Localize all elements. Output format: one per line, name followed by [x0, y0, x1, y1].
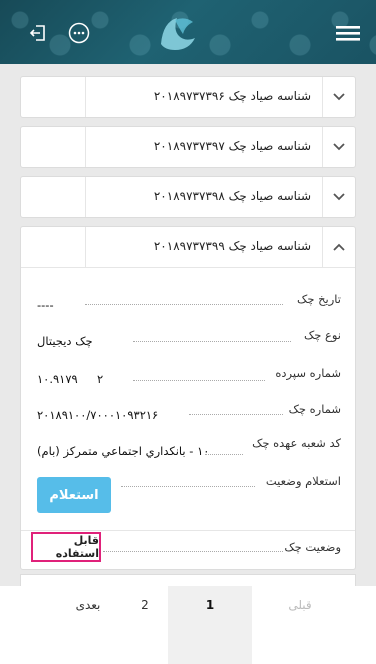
dotted-leader: [133, 380, 265, 381]
page-2-link[interactable]: 2: [120, 586, 170, 664]
dotted-leader: [103, 551, 283, 552]
dotted-leader: [133, 341, 291, 342]
pagination: بعدی 2 1 قبلی: [0, 586, 376, 664]
cheque-item-title: شناسه صیاد چک ۲۰۱۸۹۷۳۷۳۹۷: [153, 139, 311, 153]
bank-logo-icon: [155, 10, 201, 54]
cheque-number-value: ۲۰۱۸۹۱۰۰/۷۰۰۰۱۰۹۳۲۱۶: [37, 408, 159, 422]
prev-page-link: قبلی: [288, 598, 312, 612]
more-options-icon[interactable]: [68, 22, 90, 44]
inquiry-button[interactable]: استعلام: [37, 477, 111, 513]
logout-icon[interactable]: [27, 22, 49, 44]
cheque-item-title: شناسه صیاد چک ۲۰۱۸۹۷۳۷۳۹۶: [153, 89, 311, 103]
cheque-details: تاریخ چک ---- نوع چک چک دیجیتال شماره سپ…: [21, 267, 355, 569]
dotted-leader: [189, 414, 283, 415]
date-value: ----: [37, 298, 54, 312]
next-page-link[interactable]: بعدی: [62, 586, 114, 664]
status-badge: قابل استفاده: [31, 532, 101, 562]
dotted-leader: [121, 486, 255, 487]
cheque-number-label: شماره چک: [288, 402, 341, 416]
dotted-leader: [205, 454, 243, 455]
chevron-down-icon[interactable]: [323, 127, 355, 167]
chevron-down-icon[interactable]: [323, 77, 355, 117]
cheque-item-2[interactable]: شناسه صیاد چک ۲۰۱۸۹۷۳۷۳۹۷: [20, 126, 356, 168]
cheque-item-header[interactable]: شناسه صیاد چک ۲۰۱۸۹۷۳۷۳۹۹: [21, 227, 355, 267]
branch-label: کد شعبه عهده چک: [252, 436, 341, 450]
divider: [85, 177, 86, 217]
cheque-item-header[interactable]: شناسه صیاد چک ۲۰۱۸۹۷۳۷۳۹۶: [21, 77, 355, 117]
cheque-item-1[interactable]: شناسه صیاد چک ۲۰۱۸۹۷۳۷۳۹۶: [20, 76, 356, 118]
branch-value: ۱۰ - بانكداري اجتماعي متمركز (بام): [37, 444, 210, 458]
chevron-down-icon[interactable]: [323, 177, 355, 217]
page-1-link[interactable]: 1: [168, 586, 252, 664]
inquiry-label: استعلام وضعیت: [265, 474, 341, 488]
cheque-item-header[interactable]: شناسه صیاد چک ۲۰۱۸۹۷۳۷۳۹۷: [21, 127, 355, 167]
app-header: [0, 0, 376, 64]
deposit-value-b: ۱۰.۹۱۷۹: [37, 372, 78, 386]
cheque-item-header[interactable]: شناسه صیاد چک ۲۰۱۸۹۷۳۷۳۹۸: [21, 177, 355, 217]
date-label: تاریخ چک: [297, 292, 341, 306]
status-label: وضعیت چک: [284, 540, 341, 554]
divider: [21, 530, 355, 531]
divider: [85, 227, 86, 267]
deposit-label: شماره سپرده: [275, 366, 341, 380]
divider: [85, 77, 86, 117]
cheque-item-3[interactable]: شناسه صیاد چک ۲۰۱۸۹۷۳۷۳۹۸: [20, 176, 356, 218]
chevron-up-icon[interactable]: [323, 227, 355, 267]
cheque-item-title: شناسه صیاد چک ۲۰۱۸۹۷۳۷۳۹۹: [153, 239, 311, 253]
cheque-item-title: شناسه صیاد چک ۲۰۱۸۹۷۳۷۳۹۸: [153, 189, 311, 203]
deposit-value-a: ۲: [97, 372, 104, 386]
dotted-leader: [85, 304, 283, 305]
hamburger-menu-icon[interactable]: [336, 22, 360, 44]
divider: [85, 127, 86, 167]
type-value: چک دیجیتال: [37, 334, 93, 348]
cheque-item-4[interactable]: شناسه صیاد چک ۲۰۱۸۹۷۳۷۳۹۹ تاریخ چک ---- …: [20, 226, 356, 570]
type-label: نوع چک: [303, 328, 341, 342]
